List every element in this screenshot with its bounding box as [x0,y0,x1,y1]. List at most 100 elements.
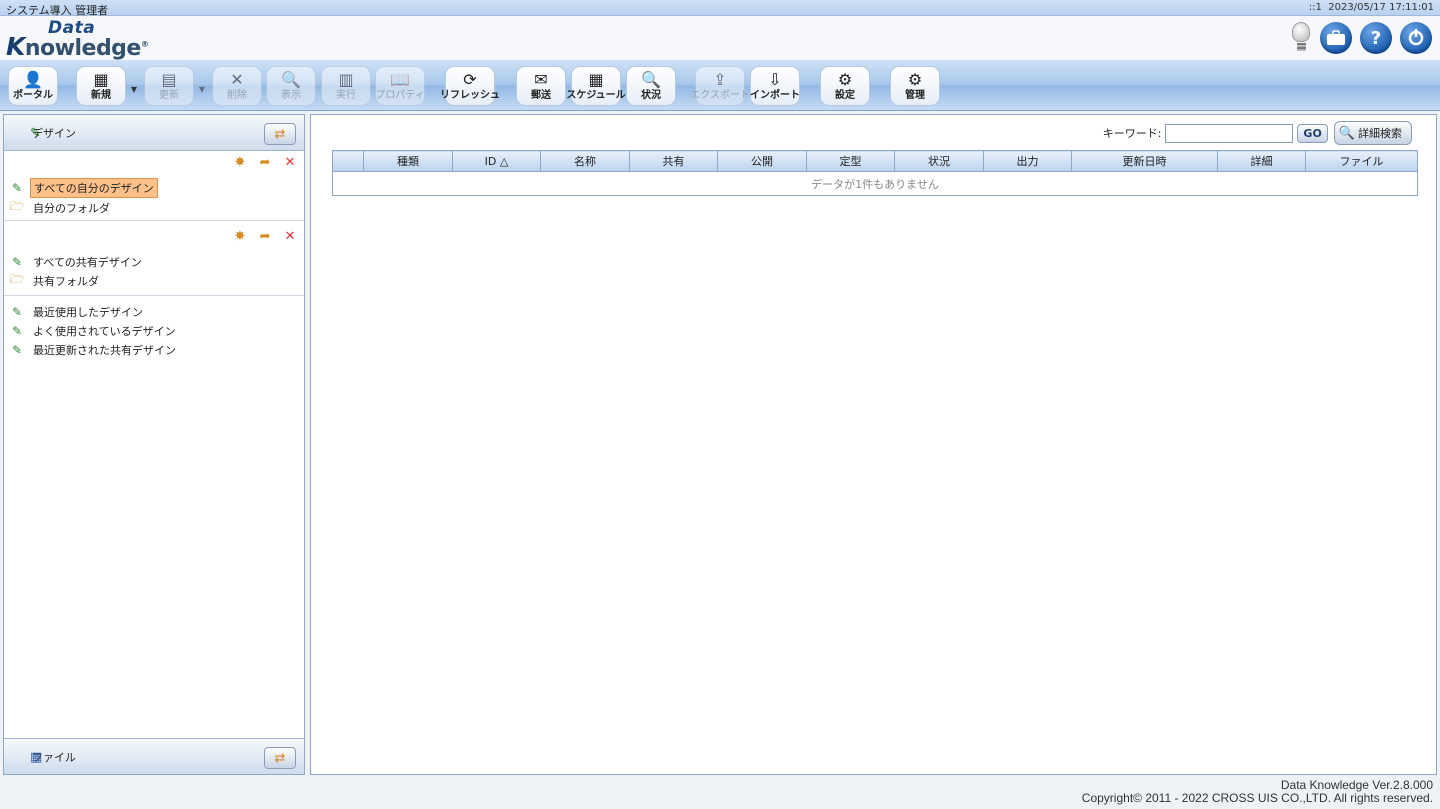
delete-folder-icon[interactable]: ✕ [280,229,300,244]
export-icon: ⇪ [713,70,727,89]
file-panel-header[interactable]: ▦ ファイル ⇄ [4,738,304,774]
toolbar-button-label: 状況 [641,90,661,101]
chevron-down-icon[interactable]: ▼ [131,85,137,94]
toolbar-button-mail[interactable]: ✉ 郵送 [516,66,566,106]
properties-icon: 📖 [390,70,410,89]
toolbar: 👤 ポータル ▦ 新規 ▼ ▤ 更新 ▼ ✕ 削除 🔍 表示 ▥ 実行 📖 プロパティ ⟳ リフレッシュ ✉ 郵送 ▦ ス… [0,60,1440,111]
toolbar-button-label: インポート [750,90,800,101]
toolbar-button-import[interactable]: ⇩ インポート [750,66,800,106]
toolbar-button-label: 新規 [91,90,111,101]
pencil-icon: ✎ [11,304,23,319]
new-folder-icon[interactable]: ✸ [230,155,250,170]
delete-icon: ✕ [230,70,244,89]
col-status[interactable]: 状況 [894,150,984,172]
go-button[interactable]: GO [1297,123,1328,143]
tree-item-recently-used[interactable]: ✎ 最近使用したデザイン [8,303,146,320]
bulb-icon[interactable] [1290,22,1312,54]
pencil-icon: ✎ [11,254,23,269]
col-select[interactable] [332,150,364,172]
folder-icon: 🗁 [9,199,25,213]
toolbar-button-label: 設定 [835,90,855,101]
run-icon: ▥ [338,70,354,89]
toolbar-button-schedule[interactable]: ▦ スケジュール [566,66,626,106]
toolbar-button-update[interactable]: ▤ 更新 ▼ [144,66,205,106]
tree-item-all-shared-designs[interactable]: ✎ すべての共有デザイン [8,253,145,270]
move-folder-icon[interactable]: ➦ [255,155,275,170]
toolbar-button-label: スケジュール [566,90,626,101]
toolbar-button-settings[interactable]: ⚙ 設定 [820,66,870,106]
tree-item-my-folder[interactable]: 🗁 自分のフォルダ [8,199,113,216]
design-panel-header: ✎ デザイン ⇄ [4,115,304,151]
col-template[interactable]: 定型 [806,150,895,172]
mail-icon: ✉ [534,70,548,89]
toolbar-button-admin[interactable]: ⚙ 管理 [890,66,940,106]
toolbar-button-label: 実行 [336,90,356,101]
move-folder-icon[interactable]: ➦ [255,229,275,244]
empty-message: データが1件もありません [332,171,1418,196]
toolbar-button-status[interactable]: 🔍 状況 [626,66,676,106]
status-right: ::1 2023/05/17 17:11:01 [1309,2,1434,13]
help-icon[interactable]: ? [1360,22,1392,54]
pencil-icon: ✎ [11,180,23,195]
status-icon: 🔍 [641,70,661,89]
tree-item-recently-updated-shared[interactable]: ✎ 最近更新された共有デザイン [8,341,179,358]
col-shared[interactable]: 共有 [629,150,718,172]
toolbar-button-label: 管理 [905,90,925,101]
keyword-input[interactable] [1165,123,1294,143]
app-logo: Data Knowledge® [6,18,149,61]
swap-panel-button[interactable]: ⇄ [264,747,296,769]
toolbar-button-new[interactable]: ▦ 新規 ▼ [76,66,137,106]
shared-designs-section: ✸ ➦ ✕ ✎ すべての共有デザイン 🗁 共有フォルダ [4,221,304,296]
col-output[interactable]: 出力 [983,150,1072,172]
footer: Data Knowledge Ver.2.8.000 Copyright© 20… [1082,779,1433,805]
col-public[interactable]: 公開 [717,150,807,172]
recent-designs-section: ✎ 最近使用したデザイン ✎ よく使用されているデザイン ✎ 最近更新された共有… [4,296,304,376]
settings-icon: ⚙ [837,70,853,89]
pencil-icon: ✎ [11,323,23,338]
chevron-down-icon[interactable]: ▼ [199,85,205,94]
shared-folder-icon: 🗁 [9,272,25,286]
toolbar-button-label: リフレッシュ [440,90,500,101]
pencil-icon: ✎ [11,342,23,357]
tree-item-frequently-used[interactable]: ✎ よく使用されているデザイン [8,322,179,339]
toolbar-button-label: 更新 [159,90,179,101]
new-folder-icon[interactable]: ✸ [230,229,250,244]
advanced-search-button[interactable]: 🔍 詳細検索 [1333,121,1412,145]
pencil-icon: ✎ [30,126,41,141]
col-file[interactable]: ファイル [1305,150,1418,172]
toolbar-button-view[interactable]: 🔍 表示 [266,66,316,106]
delete-folder-icon[interactable]: ✕ [280,155,300,170]
toolbar-button-export[interactable]: ⇪ エクスポート [690,66,750,106]
schedule-icon: ▦ [588,70,604,89]
toolbar-button-run[interactable]: ▥ 実行 [321,66,371,106]
portal-icon: 👤 [23,70,43,89]
update-icon: ▤ [161,70,177,89]
header-icons: ? [1290,22,1432,54]
col-detail[interactable]: 詳細 [1217,150,1306,172]
logout-icon[interactable] [1400,22,1432,54]
toolbar-button-portal[interactable]: 👤 ポータル [8,66,58,106]
col-name[interactable]: 名称 [540,150,630,172]
admin-icon: ⚙ [907,70,923,89]
toolbar-button-label: エクスポート [690,90,750,101]
design-table: 種類 ID △ 名称 共有 公開 定型 状況 出力 更新日時 詳細 ファイル デ… [332,150,1418,196]
swap-panel-button[interactable]: ⇄ [264,123,296,145]
empty-row: データが1件もありません [332,171,1418,196]
toolbar-button-delete[interactable]: ✕ 削除 [212,66,262,106]
table-header-row: 種類 ID △ 名称 共有 公開 定型 状況 出力 更新日時 詳細 ファイル [332,150,1418,172]
tree-item-all-my-designs[interactable]: ✎ すべての自分のデザイン [8,177,158,198]
col-type[interactable]: 種類 [363,150,453,172]
briefcase-icon[interactable] [1320,22,1352,54]
tree-item-shared-folder[interactable]: 🗁 共有フォルダ [8,272,102,289]
col-updated[interactable]: 更新日時 [1071,150,1218,172]
toolbar-button-label: 郵送 [531,90,551,101]
col-id[interactable]: ID △ [452,150,541,172]
toolbar-button-refresh[interactable]: ⟳ リフレッシュ [440,66,500,106]
import-icon: ⇩ [768,70,782,89]
toolbar-button-properties[interactable]: 📖 プロパティ [375,66,425,106]
shared-section-actions: ✸ ➦ ✕ [230,229,300,244]
search-icon: 🔍 [1338,125,1355,141]
left-panel: ✎ デザイン ⇄ ✸ ➦ ✕ ✎ すべての自分のデザイン 🗁 自分のフォルダ ✸… [3,114,305,775]
main-content: キーワード: GO 🔍 詳細検索 種類 ID △ 名称 共有 公開 定型 状況 … [310,114,1437,775]
view-icon: 🔍 [281,70,301,89]
